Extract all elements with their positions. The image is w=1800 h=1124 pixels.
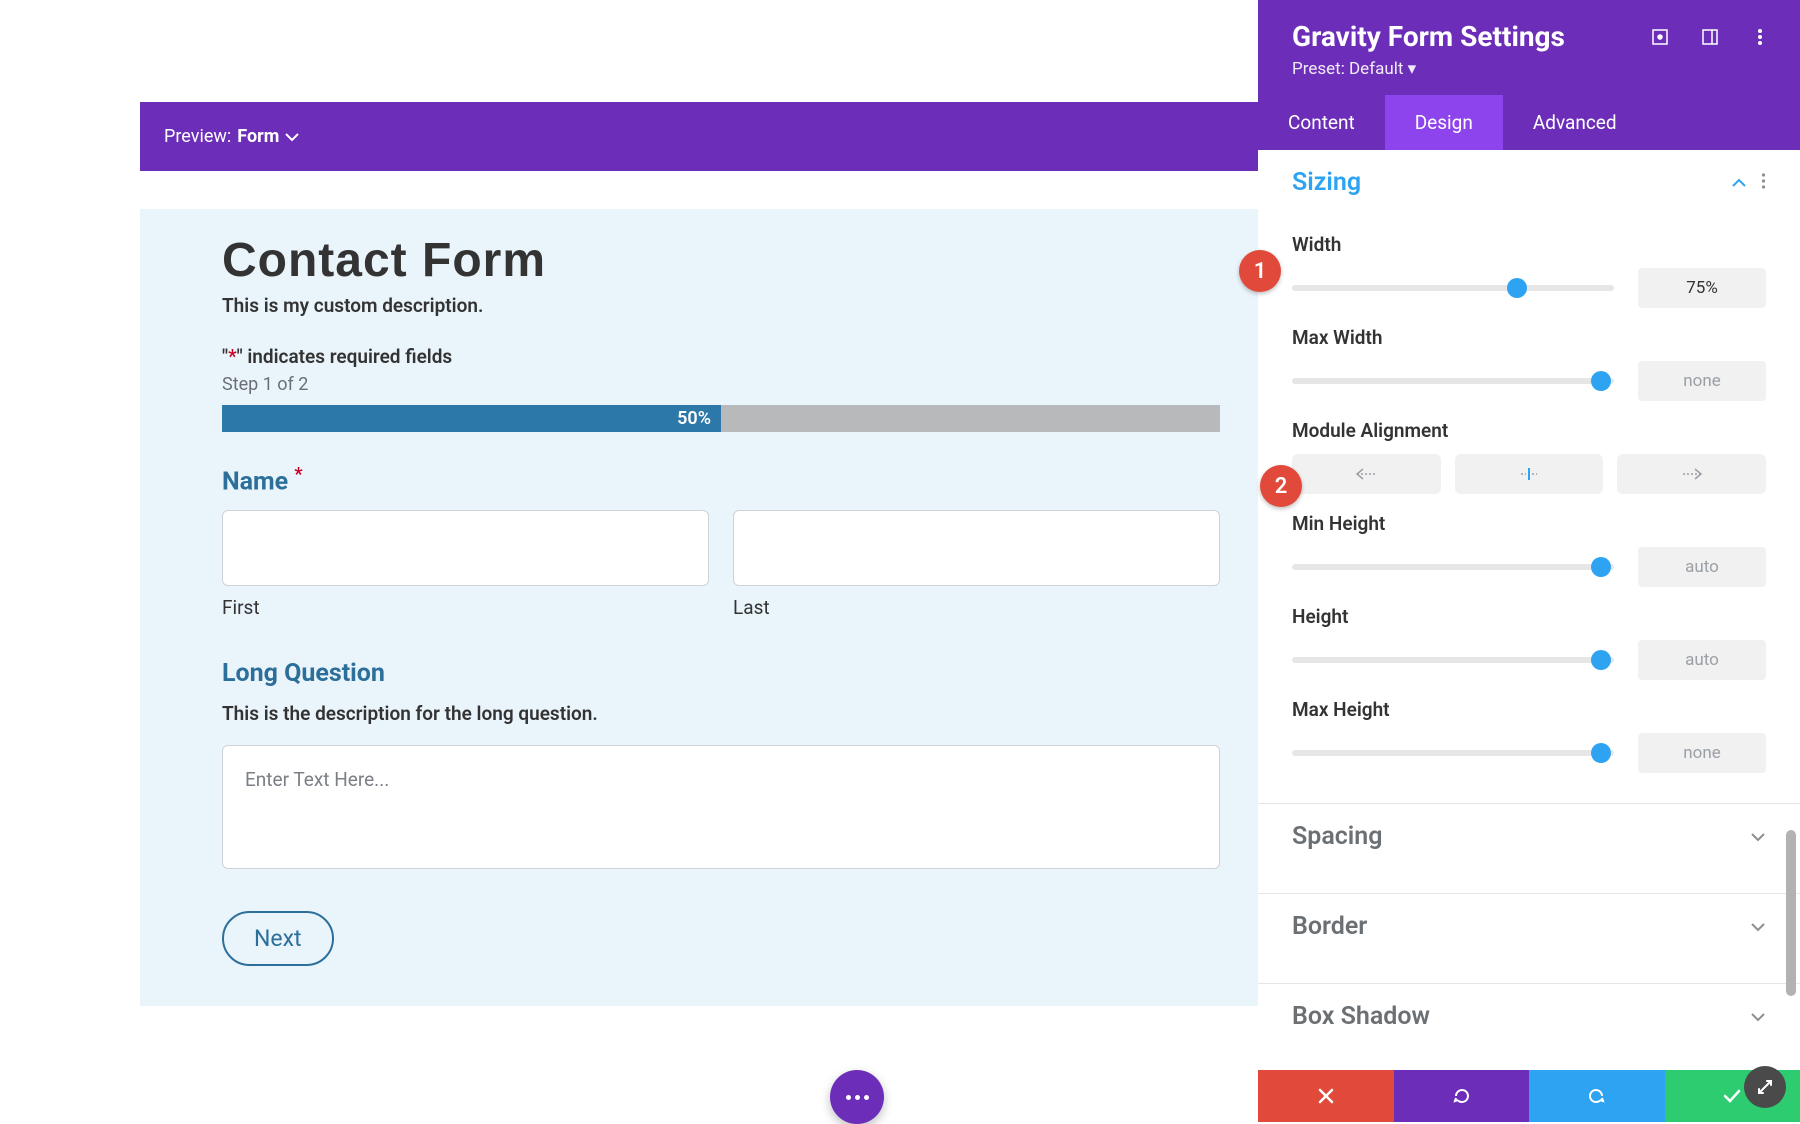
height-label: Height [1292,605,1766,628]
height-slider-thumb[interactable] [1591,650,1611,670]
height-slider[interactable] [1292,657,1614,663]
progress-percent-label: 50% [677,408,711,429]
last-name-input[interactable] [733,510,1220,586]
min-height-value-input[interactable]: auto [1638,547,1766,587]
min-height-label: Min Height [1292,512,1766,535]
chevron-up-icon [1731,173,1747,192]
section-box-shadow-header[interactable]: Box Shadow [1258,984,1800,1049]
step-indicator: Step 1 of 2 [222,374,1220,395]
preview-dropdown-value[interactable]: Form [237,126,279,147]
redo-button[interactable] [1529,1070,1665,1122]
last-name-sublabel: Last [733,596,1220,619]
align-center-button[interactable] [1455,454,1604,494]
sidebar-tabs: Content Design Advanced [1258,95,1800,150]
undo-button[interactable] [1394,1070,1530,1122]
chevron-down-icon [1750,1007,1766,1026]
align-left-button[interactable] [1292,454,1441,494]
width-slider[interactable] [1292,285,1614,291]
width-slider-thumb[interactable] [1507,278,1527,298]
max-height-slider[interactable] [1292,750,1614,756]
sidebar-title: Gravity Form Settings [1292,20,1624,53]
progress-fill: 50% [222,405,721,432]
form-title: Contact Form [222,233,1220,288]
sidebar-body: Sizing Width 75% Max Width none Module A… [1258,150,1800,1122]
callout-badge-1: 1 [1239,250,1281,292]
max-width-label: Max Width [1292,326,1766,349]
max-width-slider[interactable] [1292,378,1614,384]
section-box-shadow-title: Box Shadow [1292,1002,1750,1031]
cancel-button[interactable] [1258,1070,1394,1122]
preview-label: Preview: [164,126,231,147]
width-value-input[interactable]: 75% [1638,268,1766,308]
min-height-slider[interactable] [1292,564,1614,570]
height-value-input[interactable]: auto [1638,640,1766,680]
tab-content[interactable]: Content [1258,95,1385,150]
align-right-button[interactable] [1617,454,1766,494]
next-button[interactable]: Next [222,911,334,966]
form-description: This is my custom description. [222,294,1220,317]
floating-action-button[interactable] [830,1070,884,1124]
width-label: Width [1292,233,1766,256]
section-sizing-body: Width 75% Max Width none Module Alignmen… [1258,233,1800,779]
sidebar-header: Gravity Form Settings Preset: Default ▾ [1258,0,1800,95]
max-width-value-input[interactable]: none [1638,361,1766,401]
required-star-icon: * [294,464,302,485]
tab-design[interactable]: Design [1385,95,1503,150]
caret-down-icon[interactable] [285,127,299,146]
section-border-title: Border [1292,912,1750,941]
long-question-description: This is the description for the long que… [222,702,1220,725]
section-spacing-title: Spacing [1292,822,1750,851]
form-preview-area: Preview: Form Contact Form This is my cu… [140,102,1260,1006]
asterisk-icon: * [228,345,237,368]
max-height-slider-thumb[interactable] [1591,743,1611,763]
expand-corner-button[interactable] [1744,1066,1786,1108]
textarea-placeholder: Enter Text Here... [245,768,389,791]
section-sizing-title: Sizing [1292,168,1731,197]
section-spacing-header[interactable]: Spacing [1258,804,1800,869]
tab-advanced[interactable]: Advanced [1503,95,1647,150]
more-vertical-icon[interactable] [1746,23,1774,51]
required-fields-note: "*" indicates required fields [222,345,1220,368]
callout-badge-2: 2 [1260,465,1302,507]
section-border-header[interactable]: Border [1258,894,1800,959]
settings-sidebar: Gravity Form Settings Preset: Default ▾ … [1258,0,1800,1122]
preview-toolbar: Preview: Form [140,102,1260,171]
max-width-slider-thumb[interactable] [1591,371,1611,391]
sidebar-footer [1258,1070,1800,1122]
module-alignment-label: Module Alignment [1292,419,1766,442]
panel-layout-icon[interactable] [1696,23,1724,51]
form-canvas: Contact Form This is my custom descripti… [140,209,1260,1006]
min-height-slider-thumb[interactable] [1591,557,1611,577]
chevron-down-icon [1750,827,1766,846]
focus-icon[interactable] [1646,23,1674,51]
preset-dropdown[interactable]: Preset: Default ▾ [1292,59,1774,79]
long-question-textarea[interactable]: Enter Text Here... [222,745,1220,869]
progress-bar: 50% [222,405,1220,432]
scrollbar-thumb[interactable] [1786,830,1796,996]
name-field-label: Name * [222,464,1220,496]
chevron-down-icon [1750,917,1766,936]
section-more-icon[interactable] [1761,173,1766,193]
first-name-input[interactable] [222,510,709,586]
caret-down-icon: ▾ [1408,59,1417,79]
max-height-value-input[interactable]: none [1638,733,1766,773]
long-question-label: Long Question [222,659,1220,688]
first-name-sublabel: First [222,596,709,619]
max-height-label: Max Height [1292,698,1766,721]
section-sizing-header[interactable]: Sizing [1258,150,1800,215]
